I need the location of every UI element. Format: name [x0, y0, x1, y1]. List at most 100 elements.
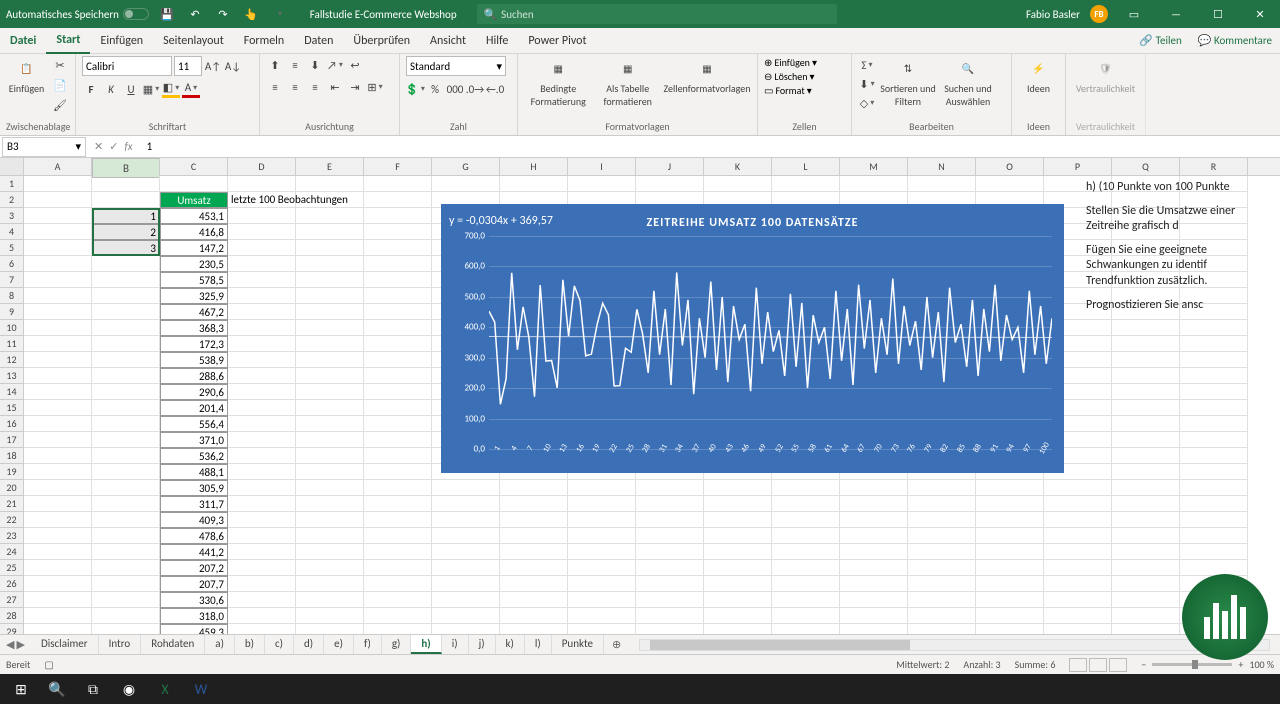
maximize-icon[interactable]: ☐ — [1202, 0, 1234, 28]
cell[interactable] — [500, 176, 568, 192]
cell[interactable] — [364, 320, 432, 336]
cell[interactable] — [92, 320, 160, 336]
cell[interactable] — [908, 512, 976, 528]
cell[interactable]: 288,6 — [160, 368, 228, 384]
share-button[interactable]: 🔗 Teilen — [1131, 34, 1189, 47]
hscroll[interactable] — [639, 639, 1270, 651]
cell[interactable] — [92, 176, 160, 192]
row-header[interactable]: 16 — [0, 416, 24, 432]
cell[interactable] — [228, 432, 296, 448]
cell[interactable] — [432, 576, 500, 592]
cell[interactable] — [92, 560, 160, 576]
cell[interactable] — [24, 480, 92, 496]
cell[interactable] — [432, 512, 500, 528]
cell[interactable] — [24, 448, 92, 464]
cell[interactable] — [1044, 560, 1112, 576]
taskview-icon[interactable]: ⧉ — [76, 676, 110, 702]
cell[interactable] — [636, 176, 704, 192]
indent-inc-icon[interactable]: ⇥ — [346, 78, 364, 96]
cell[interactable] — [1180, 560, 1248, 576]
cell[interactable] — [296, 560, 364, 576]
cell[interactable]: 556,4 — [160, 416, 228, 432]
cell[interactable] — [24, 176, 92, 192]
cell[interactable] — [908, 624, 976, 634]
col-header-A[interactable]: A — [24, 158, 92, 175]
cell[interactable] — [432, 480, 500, 496]
cell[interactable] — [704, 512, 772, 528]
align-top-icon[interactable]: ⬆ — [266, 56, 284, 74]
cell[interactable]: 172,3 — [160, 336, 228, 352]
cell[interactable] — [704, 624, 772, 634]
cell[interactable] — [1112, 624, 1180, 634]
cell[interactable] — [704, 592, 772, 608]
cell[interactable] — [1180, 336, 1248, 352]
cell[interactable] — [296, 608, 364, 624]
cell[interactable] — [24, 224, 92, 240]
autosave-toggle[interactable]: Automatisches Speichern — [6, 8, 149, 21]
cell[interactable]: Umsatz — [160, 192, 228, 208]
ribbon-mode-icon[interactable]: ▭ — [1118, 0, 1150, 28]
cell[interactable] — [228, 528, 296, 544]
cell[interactable] — [772, 176, 840, 192]
cell[interactable] — [364, 544, 432, 560]
sort-filter-button[interactable]: ⇅Sortieren und Filtern — [880, 56, 936, 108]
cell[interactable] — [908, 176, 976, 192]
cell[interactable] — [1180, 528, 1248, 544]
cell[interactable] — [296, 592, 364, 608]
cell[interactable]: 325,9 — [160, 288, 228, 304]
cell[interactable] — [976, 624, 1044, 634]
row-header[interactable]: 6 — [0, 256, 24, 272]
sheet-tab[interactable]: Rohdaten — [141, 635, 205, 654]
cell[interactable] — [1044, 624, 1112, 634]
obs-icon[interactable]: ◉ — [112, 676, 146, 702]
percent-icon[interactable]: % — [426, 80, 444, 98]
cell[interactable] — [772, 480, 840, 496]
cell[interactable] — [296, 496, 364, 512]
cell[interactable] — [228, 336, 296, 352]
cell[interactable] — [92, 544, 160, 560]
cell[interactable] — [840, 560, 908, 576]
cell[interactable] — [1112, 544, 1180, 560]
cell[interactable] — [1180, 400, 1248, 416]
cell[interactable] — [364, 624, 432, 634]
minimize-icon[interactable]: — — [1160, 0, 1192, 28]
cell[interactable] — [24, 256, 92, 272]
row-header[interactable]: 2 — [0, 192, 24, 208]
cell[interactable] — [92, 192, 160, 208]
cell[interactable] — [704, 528, 772, 544]
cell[interactable] — [636, 544, 704, 560]
cell[interactable] — [296, 448, 364, 464]
col-header-Q[interactable]: Q — [1112, 158, 1180, 175]
cell[interactable] — [24, 592, 92, 608]
save-icon[interactable]: 💾 — [157, 4, 177, 24]
cell[interactable]: 290,6 — [160, 384, 228, 400]
zoom-in-icon[interactable]: + — [1238, 658, 1243, 671]
cell[interactable] — [24, 496, 92, 512]
cell[interactable] — [364, 368, 432, 384]
cell[interactable] — [296, 192, 364, 208]
cell[interactable] — [296, 528, 364, 544]
cell[interactable] — [24, 400, 92, 416]
tab-data[interactable]: Daten — [294, 28, 343, 54]
cell[interactable] — [1112, 384, 1180, 400]
add-sheet-icon[interactable]: ⊕ — [604, 638, 629, 651]
cell[interactable] — [228, 240, 296, 256]
cell[interactable]: 459,3 — [160, 624, 228, 634]
cell[interactable]: 578,5 — [160, 272, 228, 288]
sheet-tab[interactable]: e) — [324, 635, 354, 654]
format-painter-icon[interactable]: 🖌 — [51, 96, 69, 114]
cell[interactable] — [92, 496, 160, 512]
row-header[interactable]: 11 — [0, 336, 24, 352]
cell[interactable]: 330,6 — [160, 592, 228, 608]
sheet-tab[interactable]: f) — [354, 635, 382, 654]
cell[interactable] — [364, 528, 432, 544]
row-header[interactable]: 15 — [0, 400, 24, 416]
cell[interactable] — [704, 176, 772, 192]
tab-layout[interactable]: Seitenlayout — [153, 28, 234, 54]
cell[interactable] — [92, 336, 160, 352]
delete-cells-button[interactable]: ⊖ Löschen ▾ — [764, 70, 815, 83]
row-header[interactable]: 26 — [0, 576, 24, 592]
cell[interactable] — [704, 544, 772, 560]
row-header[interactable]: 20 — [0, 480, 24, 496]
avatar[interactable]: FB — [1090, 5, 1108, 23]
